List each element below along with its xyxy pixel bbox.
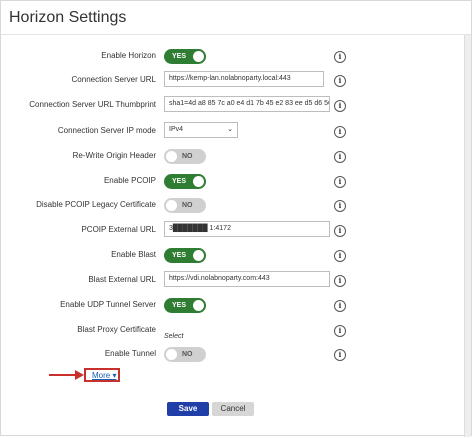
toggle-state: NO: [182, 351, 193, 358]
info-icon[interactable]: i: [334, 325, 346, 337]
ip-mode-select[interactable]: IPv4 ⌄: [164, 122, 238, 138]
row-disable-pcoip-legacy-cert: Disable PCOIP Legacy Certificate NO i: [1, 196, 474, 216]
pcoip-external-url-label: PCOIP External URL: [81, 225, 156, 234]
enable-blast-toggle[interactable]: YES: [164, 248, 206, 263]
disable-pcoip-legacy-cert-toggle[interactable]: NO: [164, 198, 206, 213]
annotation-arrow-head: [75, 370, 84, 380]
disable-pcoip-legacy-cert-label: Disable PCOIP Legacy Certificate: [36, 200, 156, 209]
row-blast-proxy-certificate: Blast Proxy Certificate Select i: [1, 321, 474, 341]
toggle-knob: [166, 151, 177, 162]
ip-mode-value: IPv4: [169, 126, 184, 133]
toggle-knob: [193, 250, 204, 261]
info-icon[interactable]: i: [334, 126, 346, 138]
connection-server-url-input[interactable]: https://kemp-lan.nolabnoparty.local:443: [164, 71, 324, 87]
toggle-knob: [193, 300, 204, 311]
toggle-state: YES: [172, 178, 187, 185]
info-icon[interactable]: i: [334, 75, 346, 87]
annotation-highlight-box: More ▾: [84, 368, 120, 382]
row-pcoip-external-url: PCOIP External URL 3███████ 1:4172 i: [1, 221, 474, 241]
info-icon[interactable]: i: [334, 275, 346, 287]
horizon-settings-dialog: Horizon Settings Enable Horizon YES i Co…: [0, 0, 474, 437]
blast-external-url-label: Blast External URL: [88, 275, 156, 284]
enable-horizon-label: Enable Horizon: [101, 51, 156, 60]
toggle-knob: [193, 51, 204, 62]
pcoip-external-url-input[interactable]: 3███████ 1:4172: [164, 221, 330, 237]
ip-mode-label: Connection Server IP mode: [57, 126, 156, 135]
connection-server-thumbprint-label: Connection Server URL Thumbprint: [29, 100, 156, 109]
row-blast-external-url: Blast External URL https://vdi.nolabnopa…: [1, 271, 474, 291]
info-icon[interactable]: i: [334, 300, 346, 312]
toggle-knob: [193, 176, 204, 187]
enable-pcoip-label: Enable PCOIP: [103, 176, 156, 185]
toggle-state: NO: [182, 202, 193, 209]
enable-tunnel-toggle[interactable]: NO: [164, 347, 206, 362]
rewrite-origin-header-toggle[interactable]: NO: [164, 149, 206, 164]
chevron-down-icon: ⌄: [227, 126, 233, 133]
row-enable-horizon: Enable Horizon YES i: [1, 47, 474, 67]
info-icon[interactable]: i: [334, 225, 346, 237]
info-icon[interactable]: i: [334, 100, 346, 112]
row-connection-server-thumbprint: Connection Server URL Thumbprint sha1=4d…: [1, 96, 474, 116]
info-icon[interactable]: i: [334, 250, 346, 262]
info-icon[interactable]: i: [334, 349, 346, 361]
blast-proxy-certificate-label: Blast Proxy Certificate: [77, 325, 156, 334]
toggle-knob: [166, 349, 177, 360]
connection-server-url-label: Connection Server URL: [71, 75, 156, 84]
info-icon[interactable]: i: [334, 151, 346, 163]
toggle-state: YES: [172, 252, 187, 259]
more-link[interactable]: More ▾: [92, 371, 116, 380]
enable-tunnel-label: Enable Tunnel: [104, 349, 156, 358]
info-icon[interactable]: i: [334, 51, 346, 63]
cancel-button[interactable]: Cancel: [212, 402, 254, 416]
toggle-state: YES: [172, 53, 187, 60]
blast-proxy-certificate-select[interactable]: Select: [164, 333, 183, 340]
rewrite-origin-header-label: Re-Write Origin Header: [72, 151, 156, 160]
title-divider: [1, 34, 471, 35]
enable-udp-tunnel-server-label: Enable UDP Tunnel Server: [60, 300, 156, 309]
row-connection-server-ip-mode: Connection Server IP mode IPv4 ⌄ i: [1, 122, 474, 142]
toggle-state: NO: [182, 153, 193, 160]
blast-external-url-input[interactable]: https://vdi.nolabnoparty.com:443: [164, 271, 330, 287]
save-button[interactable]: Save: [167, 402, 209, 416]
info-icon[interactable]: i: [334, 176, 346, 188]
row-enable-blast: Enable Blast YES i: [1, 246, 474, 266]
row-rewrite-origin-header: Re-Write Origin Header NO i: [1, 147, 474, 167]
enable-pcoip-toggle[interactable]: YES: [164, 174, 206, 189]
enable-udp-tunnel-server-toggle[interactable]: YES: [164, 298, 206, 313]
row-connection-server-url: Connection Server URL https://kemp-lan.n…: [1, 71, 474, 91]
toggle-knob: [166, 200, 177, 211]
toggle-state: YES: [172, 302, 187, 309]
enable-blast-label: Enable Blast: [111, 250, 156, 259]
connection-server-thumbprint-input[interactable]: sha1=4d a8 85 7c a0 e4 d1 7b 45 e2 83 ee…: [164, 96, 330, 112]
row-enable-udp-tunnel-server: Enable UDP Tunnel Server YES i: [1, 296, 474, 316]
dialog-title: Horizon Settings: [9, 9, 127, 26]
row-enable-pcoip: Enable PCOIP YES i: [1, 172, 474, 192]
info-icon[interactable]: i: [334, 200, 346, 212]
enable-horizon-toggle[interactable]: YES: [164, 49, 206, 64]
row-enable-tunnel: Enable Tunnel NO i: [1, 345, 474, 365]
annotation-arrow-line: [49, 374, 77, 376]
